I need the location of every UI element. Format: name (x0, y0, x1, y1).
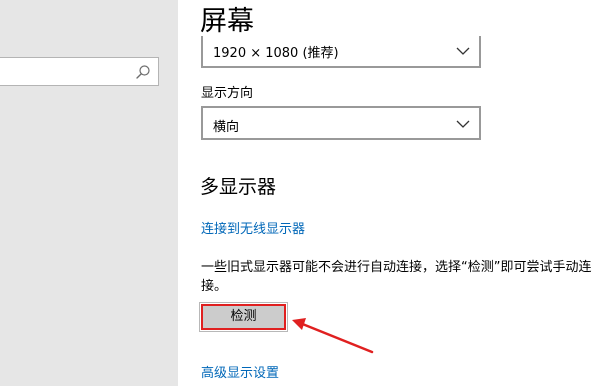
resolution-value: 1920 × 1080 (推荐) (213, 46, 339, 61)
search-icon[interactable] (135, 64, 151, 80)
search-input[interactable] (0, 57, 159, 86)
detect-button[interactable]: 检测 (199, 302, 288, 332)
advanced-display-settings-link[interactable]: 高级显示设置 (201, 362, 279, 381)
connect-wireless-display-link[interactable]: 连接到无线显示器 (201, 218, 305, 237)
chevron-down-icon (456, 47, 470, 55)
multi-display-heading: 多显示器 (200, 176, 277, 198)
detect-description: 一些旧式显示器可能不会进行自动连接，选择“检测”即可尝试手动连接。 (201, 260, 592, 294)
sidebar (0, 0, 178, 386)
orientation-dropdown[interactable]: 横向 (201, 106, 481, 140)
orientation-label: 显示方向 (201, 86, 254, 101)
page-title: 屏幕 (200, 6, 254, 37)
orientation-value: 横向 (213, 120, 240, 135)
settings-window: 屏幕 1920 × 1080 (推荐) 显示方向 横向 多显示器 连接到无线显示… (0, 0, 600, 386)
chevron-down-icon (456, 120, 470, 128)
main-content: 屏幕 1920 × 1080 (推荐) 显示方向 横向 多显示器 连接到无线显示… (178, 0, 600, 386)
resolution-dropdown[interactable]: 1920 × 1080 (推荐) (201, 36, 481, 68)
